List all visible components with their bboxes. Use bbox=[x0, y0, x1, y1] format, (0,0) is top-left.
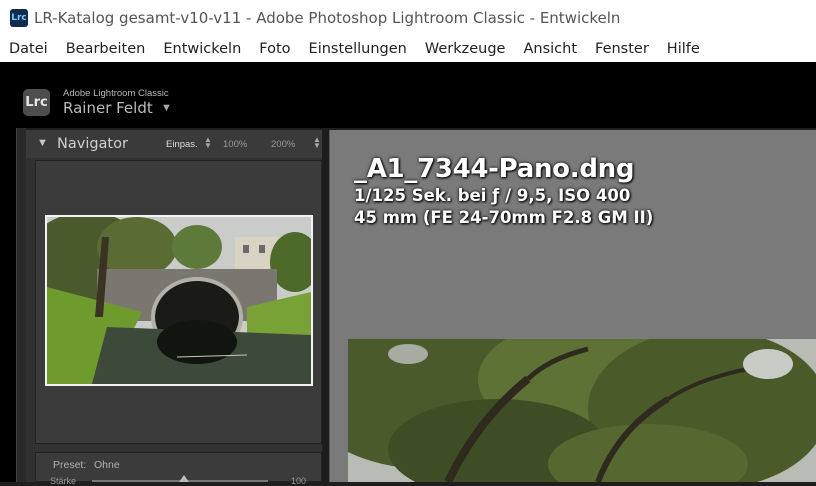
photo-exposure-info: 1/125 Sek. bei ƒ / 9,5, ISO 400 bbox=[354, 186, 631, 205]
amount-slider-handle[interactable] bbox=[178, 475, 189, 482]
menu-entwickeln[interactable]: Entwickeln bbox=[154, 41, 250, 57]
identity-user-name[interactable]: Rainer Feldt bbox=[63, 99, 153, 117]
zoom-200-option[interactable]: 200% bbox=[271, 139, 295, 150]
identity-plate: Lrc Adobe Lightroom Classic Rainer Feldt… bbox=[0, 62, 816, 128]
menu-ansicht[interactable]: Ansicht bbox=[514, 41, 586, 57]
navigator-preview-area[interactable] bbox=[35, 160, 322, 444]
product-name: Adobe Lightroom Classic bbox=[63, 88, 169, 99]
bridge-photo-thumbnail bbox=[47, 217, 311, 384]
main-photo[interactable] bbox=[348, 339, 816, 482]
left-panel-edge-toggle[interactable] bbox=[16, 128, 26, 482]
left-panel: ▼ Navigator Einpas. ▲ ▼ 100% 200% ▲ ▼ Pr… bbox=[26, 130, 329, 486]
preset-label: Preset: bbox=[53, 459, 87, 471]
menu-bar: Datei Bearbeiten Entwickeln Foto Einstel… bbox=[0, 36, 816, 62]
menu-bearbeiten[interactable]: Bearbeiten bbox=[57, 41, 155, 57]
menu-foto[interactable]: Foto bbox=[250, 41, 299, 57]
lrc-logo-icon: Lrc bbox=[23, 89, 50, 116]
menu-werkzeuge[interactable]: Werkzeuge bbox=[416, 41, 515, 57]
panel-separator bbox=[322, 130, 329, 482]
navigator-title: Navigator bbox=[57, 136, 128, 152]
menu-fenster[interactable]: Fenster bbox=[586, 41, 658, 57]
menu-einstellungen[interactable]: Einstellungen bbox=[300, 41, 416, 57]
zoom-100-option[interactable]: 100% bbox=[223, 139, 247, 150]
main-image-view[interactable]: _A1_7344-Pano.dng 1/125 Sek. bei ƒ / 9,5… bbox=[329, 130, 816, 482]
zoom-fit-option[interactable]: Einpas. bbox=[166, 139, 198, 150]
left-frame bbox=[0, 128, 16, 482]
collapse-triangle-icon[interactable]: ▼ bbox=[37, 137, 48, 149]
menu-hilfe[interactable]: Hilfe bbox=[658, 41, 709, 57]
tree-photo-preview bbox=[348, 339, 816, 482]
lightroom-app-icon: Lrc bbox=[10, 9, 28, 27]
amount-value[interactable]: 100 bbox=[291, 476, 306, 486]
updown-arrows-icon[interactable]: ▲ ▼ bbox=[313, 136, 321, 150]
window-title: LR-Katalog gesamt-v10-v11 - Adobe Photos… bbox=[34, 9, 621, 27]
photo-filename: _A1_7344-Pano.dng bbox=[354, 154, 635, 184]
preset-panel: Preset: Ohne Stärke 100 bbox=[35, 452, 322, 486]
chevron-down-icon[interactable]: ▼ bbox=[161, 102, 172, 114]
photo-lens-info: 45 mm (FE 24-70mm F2.8 GM II) bbox=[354, 208, 654, 227]
amount-label: Stärke bbox=[50, 476, 77, 486]
updown-arrows-icon[interactable]: ▲ ▼ bbox=[204, 136, 212, 150]
window-titlebar: Lrc LR-Katalog gesamt-v10-v11 - Adobe Ph… bbox=[0, 0, 816, 36]
info-overlay: _A1_7344-Pano.dng 1/125 Sek. bei ƒ / 9,5… bbox=[354, 154, 653, 227]
navigator-thumbnail[interactable] bbox=[45, 215, 313, 386]
preset-value[interactable]: Ohne bbox=[94, 459, 120, 471]
navigator-header[interactable]: ▼ Navigator Einpas. ▲ ▼ 100% 200% ▲ ▼ bbox=[26, 130, 329, 158]
menu-datei[interactable]: Datei bbox=[0, 41, 57, 57]
